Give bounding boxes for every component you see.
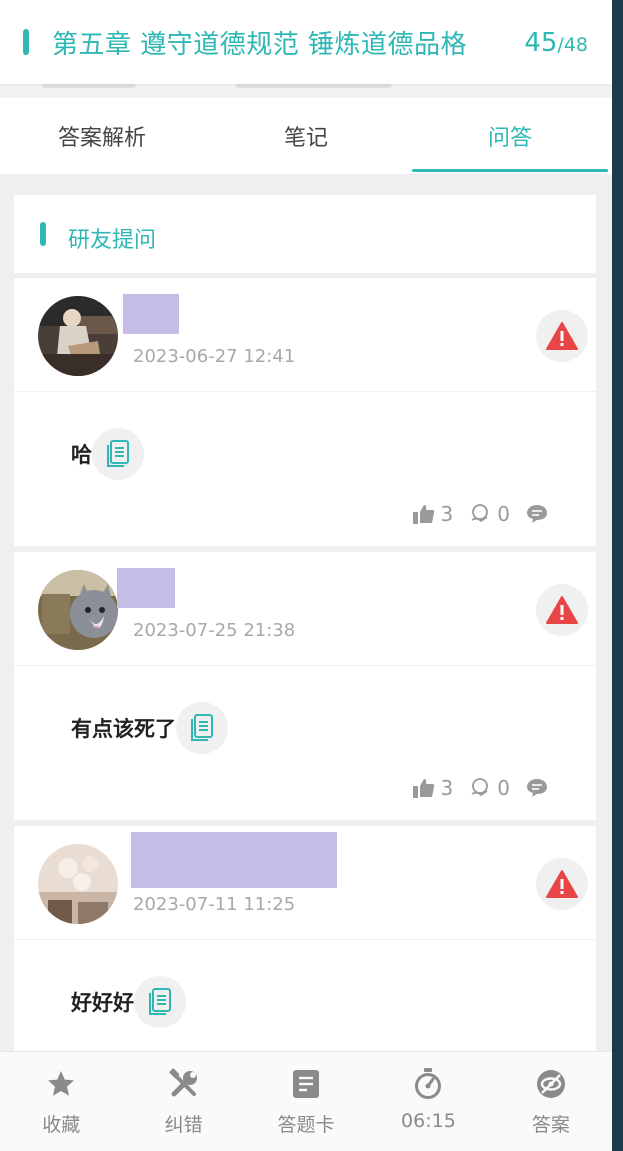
show-answer-button[interactable]: 答案 <box>490 1052 612 1151</box>
timer-value: 06:15 <box>401 1110 456 1132</box>
comment-icon <box>527 505 547 523</box>
warning-icon <box>546 596 578 624</box>
chapter-title: 第五章 遵守道德规范 锤炼道德品格 <box>52 30 468 60</box>
question-counter: 45/48 <box>524 28 588 58</box>
avatar[interactable] <box>38 844 118 924</box>
follow-button[interactable] <box>469 503 491 525</box>
avatar-image <box>38 844 118 924</box>
warning-icon <box>546 870 578 898</box>
error-report-button[interactable]: 纠错 <box>122 1052 244 1151</box>
total-question-number: /48 <box>557 34 588 56</box>
app-window: 第五章 遵守道德规范 锤炼道德品格 45/48 答案解析 笔记 问答 研友提问 <box>0 0 612 1151</box>
question-text: 有点该死了 <box>71 717 176 741</box>
question-card-header: 2023-06-27 12:41 <box>14 278 596 392</box>
section-header: 研友提问 <box>14 195 596 273</box>
document-icon <box>107 440 129 467</box>
tab-notes[interactable]: 笔记 <box>204 98 408 174</box>
stopwatch-icon <box>412 1068 444 1100</box>
hand-heart-icon <box>471 504 489 523</box>
follow-count: 0 <box>497 776 510 800</box>
report-button[interactable] <box>536 584 588 636</box>
comment-button[interactable] <box>526 778 548 798</box>
question-content: 有点该死了 <box>71 702 228 754</box>
section-accent-bar <box>40 222 46 246</box>
like-button[interactable] <box>412 504 435 524</box>
chapter-header: 第五章 遵守道德规范 锤炼道德品格 45/48 <box>0 0 612 84</box>
question-stats: 3 0 <box>412 776 548 800</box>
nav-label: 收藏 <box>42 1114 81 1136</box>
post-timestamp: 2023-07-25 21:38 <box>133 620 296 641</box>
avatar[interactable] <box>38 296 118 376</box>
like-count: 3 <box>440 502 454 526</box>
copy-note-button[interactable] <box>176 702 228 754</box>
document-icon <box>149 988 171 1015</box>
avatar[interactable] <box>38 570 118 650</box>
question-card-header: 2023-07-11 11:25 <box>14 826 596 940</box>
tools-icon <box>168 1068 200 1100</box>
username-redacted <box>117 568 175 608</box>
username-redacted <box>131 832 337 888</box>
answer-sheet-icon <box>290 1068 322 1100</box>
avatar-image <box>38 296 118 376</box>
question-card: 2023-07-25 21:38 有点该死了 3 0 <box>14 552 596 820</box>
post-timestamp: 2023-07-11 11:25 <box>133 894 296 915</box>
question-content: 哈 <box>71 428 144 480</box>
hand-heart-icon <box>471 778 489 797</box>
post-timestamp: 2023-06-27 12:41 <box>133 346 296 367</box>
like-button[interactable] <box>412 778 435 798</box>
like-count: 3 <box>440 776 454 800</box>
question-text: 好好好 <box>71 991 134 1015</box>
avatar-image <box>38 570 118 650</box>
copy-note-button[interactable] <box>134 976 186 1028</box>
question-content: 好好好 <box>71 976 186 1028</box>
thumbs-up-icon <box>412 779 434 798</box>
nav-label: 答案 <box>531 1114 570 1136</box>
follow-count: 0 <box>497 502 510 526</box>
section-title: 研友提问 <box>68 228 157 253</box>
nav-label: 答题卡 <box>277 1114 335 1136</box>
report-button[interactable] <box>536 858 588 910</box>
eye-off-icon <box>535 1068 567 1100</box>
document-icon <box>191 714 213 741</box>
current-question-number: 45 <box>524 28 558 58</box>
question-stats: 3 0 <box>412 502 548 526</box>
question-card: 2023-06-27 12:41 哈 3 0 <box>14 278 596 546</box>
star-icon <box>45 1068 77 1100</box>
follow-button[interactable] <box>469 777 491 799</box>
thumbs-up-icon <box>412 505 434 524</box>
tab-answer-analysis[interactable]: 答案解析 <box>0 98 204 174</box>
header-accent-bar <box>23 29 29 55</box>
nav-label: 纠错 <box>164 1114 203 1136</box>
bottom-toolbar: 收藏 纠错 答题卡 06:15 答案 <box>0 1051 612 1151</box>
tab-qa[interactable]: 问答 <box>408 98 612 174</box>
copy-note-button[interactable] <box>92 428 144 480</box>
report-button[interactable] <box>536 310 588 362</box>
comment-icon <box>527 779 547 797</box>
tab-bar: 答案解析 笔记 问答 <box>0 98 612 174</box>
question-card-header: 2023-07-25 21:38 <box>14 552 596 666</box>
question-text: 哈 <box>71 443 92 467</box>
warning-icon <box>546 322 578 350</box>
timer-button[interactable]: 06:15 <box>367 1052 489 1151</box>
favorite-button[interactable]: 收藏 <box>0 1052 122 1151</box>
answer-sheet-button[interactable]: 答题卡 <box>245 1052 367 1151</box>
username-redacted <box>123 294 179 334</box>
comment-button[interactable] <box>526 504 548 524</box>
